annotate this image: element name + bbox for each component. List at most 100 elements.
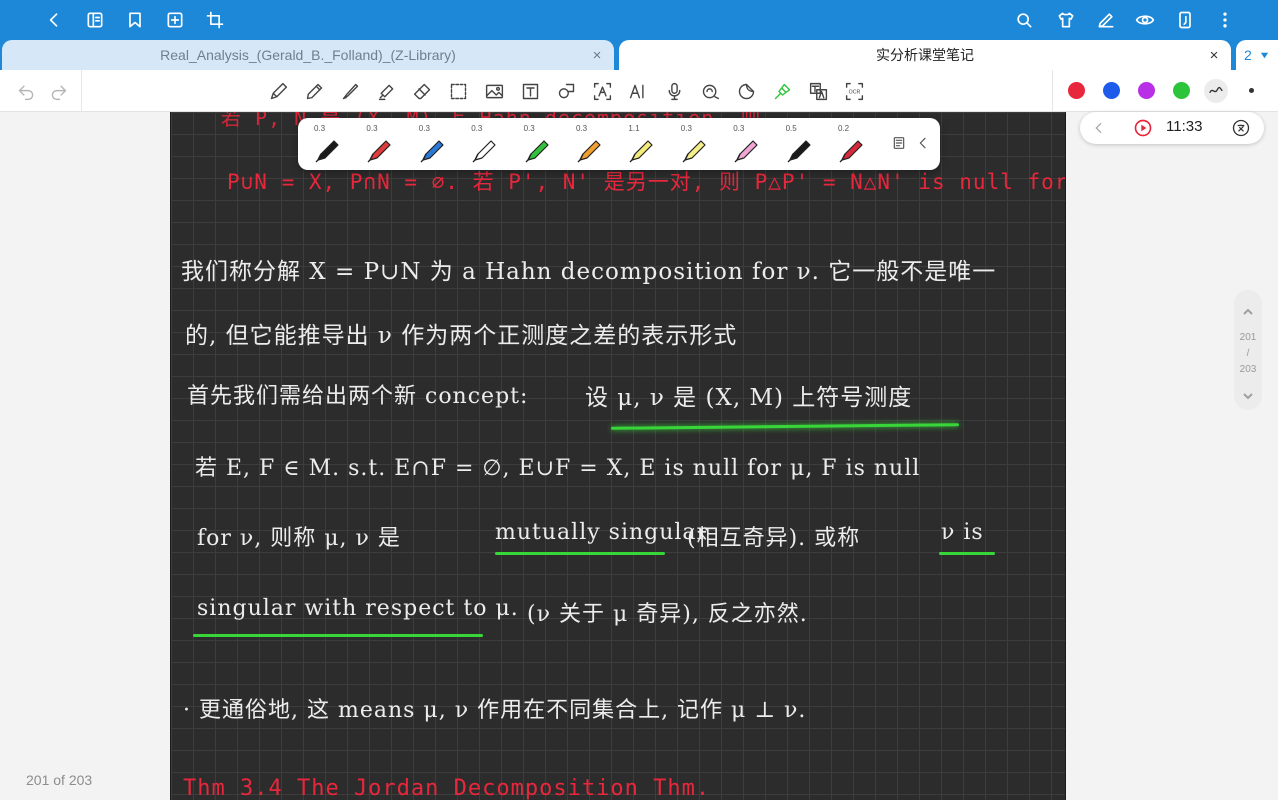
tab-title: 实分析课堂笔记 xyxy=(876,47,974,63)
highlight-underline xyxy=(495,552,665,555)
tab-real-analysis[interactable]: Real_Analysis_(Gerald_B._Folland)_(Z-Lib… xyxy=(2,40,614,70)
page-up-icon[interactable] xyxy=(1240,304,1256,320)
text-recognition-icon[interactable] xyxy=(590,79,614,103)
tab-bar: Real_Analysis_(Gerald_B._Folland)_(Z-Lib… xyxy=(0,40,1278,70)
pen-size-label: 0.3 xyxy=(366,124,378,133)
more-colors-icon[interactable] xyxy=(1249,88,1254,93)
note-line: 设 μ, ν 是 (X, M) 上符号测度 xyxy=(585,385,913,411)
pen-icon xyxy=(420,140,444,163)
brush-tool-icon[interactable] xyxy=(338,79,362,103)
pen-preset[interactable]: 0.2 xyxy=(824,120,874,168)
note-line: P∪N = X, P∩N = ∅. 若 P', N' 是另一对, 则 P△P' … xyxy=(227,170,1066,194)
pen-size-label: 0.3 xyxy=(418,124,430,133)
total-pages: 203 xyxy=(1239,364,1257,375)
ocr-icon[interactable]: OCR xyxy=(842,79,866,103)
color-palette xyxy=(1052,70,1278,112)
read-mode-eye-icon[interactable] xyxy=(1133,8,1157,32)
note-line: 首先我们需给出两个新 concept: xyxy=(187,384,529,409)
tab-title: Real_Analysis_(Gerald_B._Folland)_(Z-Lib… xyxy=(160,47,456,63)
lasso-select-icon[interactable] xyxy=(446,79,470,103)
pen-size-label: 0.3 xyxy=(733,124,745,133)
prev-icon[interactable] xyxy=(1088,117,1110,139)
pen-preset[interactable]: 1.1 xyxy=(614,120,664,168)
pen-preset[interactable]: 0.3 xyxy=(562,120,612,168)
audio-time: 11:33 xyxy=(1166,118,1203,135)
drawing-toolbar: OCR xyxy=(0,70,1278,112)
tab-count-badge[interactable]: 2 xyxy=(1236,40,1278,70)
page-down-icon[interactable] xyxy=(1240,388,1256,404)
collapse-chevron-icon[interactable] xyxy=(912,132,934,154)
laser-pointer-icon[interactable] xyxy=(770,79,794,103)
note-line: · 更通俗地, 这 means μ, ν 作用在不同集合上, 记作 μ ⊥ ν. xyxy=(183,698,807,723)
pen-preset[interactable]: 0.3 xyxy=(300,120,350,168)
undo-redo-group xyxy=(0,70,82,112)
highlight-underline xyxy=(939,552,995,555)
back-icon[interactable] xyxy=(42,8,66,32)
close-icon[interactable]: × xyxy=(588,46,606,64)
layout-icon[interactable] xyxy=(1173,8,1197,32)
color-purple[interactable] xyxy=(1138,82,1155,99)
pen-mode-icon[interactable] xyxy=(1094,8,1118,32)
pen-preset[interactable]: 0.3 xyxy=(667,120,717,168)
bookmark-icon[interactable] xyxy=(123,8,147,32)
microphone-icon[interactable] xyxy=(662,79,686,103)
pen-icon xyxy=(734,140,758,163)
close-icon[interactable]: × xyxy=(1205,46,1223,64)
pen-size-label: 0.3 xyxy=(576,124,588,133)
note-page[interactable]: 若 P, N 是 (X, M) 上 Hahn decomposition, 则 … xyxy=(170,112,1066,800)
pen-size-label: 0.2 xyxy=(838,124,850,133)
color-red[interactable] xyxy=(1068,82,1085,99)
redo-icon[interactable] xyxy=(46,79,70,103)
pen-preset[interactable]: 0.3 xyxy=(719,120,769,168)
pen-icon xyxy=(629,140,653,163)
page-scroll-indicator[interactable]: 201 / 203 xyxy=(1234,290,1262,410)
play-icon[interactable] xyxy=(1132,117,1154,139)
left-margin xyxy=(0,112,170,800)
app-bar xyxy=(0,0,1278,40)
note-line: (相互奇异). 或称 xyxy=(687,526,861,551)
image-insert-icon[interactable] xyxy=(482,79,506,103)
palette-settings-icon[interactable] xyxy=(888,132,910,154)
pen-preset[interactable]: 0.3 xyxy=(352,120,402,168)
pen-size-label: 0.3 xyxy=(314,124,326,133)
sticker-icon[interactable] xyxy=(734,79,758,103)
pencil-tool-icon[interactable] xyxy=(266,79,290,103)
pen-preset[interactable]: 0.3 xyxy=(405,120,455,168)
pen-tool-icon[interactable] xyxy=(302,79,326,103)
note-line: 我们称分解 X = P∪N 为 a Hahn decomposition for… xyxy=(181,259,997,285)
search-icon[interactable] xyxy=(1012,8,1036,32)
note-line: 的, 但它能推导出 ν 作为两个正测度之差的表示形式 xyxy=(185,323,738,349)
highlight-underline xyxy=(193,634,483,637)
undo-icon[interactable] xyxy=(14,79,38,103)
more-vertical-icon[interactable] xyxy=(1213,8,1237,32)
text-box-icon[interactable] xyxy=(518,79,542,103)
add-page-icon[interactable] xyxy=(163,8,187,32)
pen-size-label: 0.3 xyxy=(523,124,535,133)
translate-icon[interactable] xyxy=(806,79,830,103)
shape-tool-icon[interactable] xyxy=(554,79,578,103)
crop-icon[interactable] xyxy=(203,8,227,32)
highlighter-tool-icon[interactable] xyxy=(374,79,398,103)
note-line: singular with respect to μ. xyxy=(197,596,519,621)
note-line: mutually singular xyxy=(495,520,709,545)
transcript-icon[interactable] xyxy=(1230,117,1252,139)
tab-class-notes[interactable]: 实分析课堂笔记 × xyxy=(619,40,1231,70)
ai-assistant-icon[interactable] xyxy=(626,79,650,103)
outline-icon[interactable] xyxy=(83,8,107,32)
pen-preset[interactable]: 0.3 xyxy=(510,120,560,168)
pen-icon xyxy=(315,140,339,163)
right-margin xyxy=(1066,112,1278,800)
pen-preset[interactable]: 0.5 xyxy=(772,120,822,168)
pen-preset[interactable]: 0.3 xyxy=(457,120,507,168)
theme-shirt-icon[interactable] xyxy=(1054,8,1078,32)
current-page: 201 xyxy=(1239,332,1257,343)
color-blue[interactable] xyxy=(1103,82,1120,99)
eraser-tool-icon[interactable] xyxy=(410,79,434,103)
ink-effect-icon[interactable] xyxy=(698,79,722,103)
stroke-style-icon[interactable] xyxy=(1204,79,1228,103)
pen-palette: 0.3 0.3 0.3 0.3 0.3 0.3 1.1 0.3 0.3 0.5 0.2 xyxy=(298,118,940,170)
color-green[interactable] xyxy=(1173,82,1190,99)
pen-icon xyxy=(682,140,706,163)
pen-icon xyxy=(577,140,601,163)
pen-icon xyxy=(787,140,811,163)
